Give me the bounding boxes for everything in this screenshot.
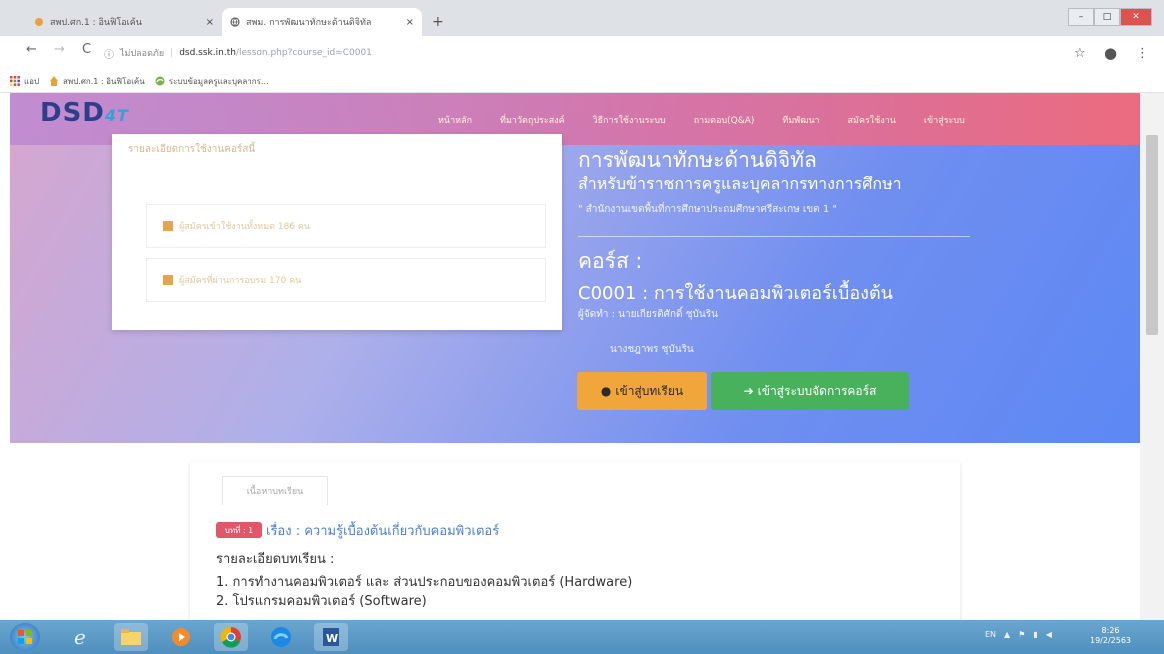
nav-register[interactable]: สมัครใช้งาน [848, 113, 896, 127]
browser-tab-1[interactable]: สพป.ศก.1 : อินฟิโอเค้น × [26, 8, 222, 36]
chapter-badge: บทที่ : 1 [216, 522, 262, 538]
network-icon[interactable]: ▮ [1033, 630, 1037, 639]
forward-button[interactable]: → [54, 42, 65, 57]
user-icon [163, 221, 173, 231]
course-label: คอร์ส : [578, 249, 643, 273]
stats-heading: รายละเอียดการใช้งานคอร์สนี้ [128, 144, 256, 155]
lesson-item: 1. การทำงานคอมพิวเตอร์ และ ส่วนประกอบของ… [216, 575, 633, 590]
bookmark-apps[interactable]: แอป [10, 75, 39, 88]
system-tray: EN ▲ ⚑ ▮ ◀ [985, 630, 1052, 639]
nav-howto[interactable]: วิธีการใช้งานระบบ [593, 113, 666, 127]
apps-grid-icon [10, 76, 20, 86]
lesson-detail-label: รายละเอียดบทเรียน : [216, 552, 335, 567]
address-divider: | [170, 48, 174, 58]
address-bar[interactable]: ⓘ ไม่ปลอดภัย | dsd.ssk.in.th /lesson.php… [104, 40, 1064, 66]
bookmark-label: สพป.ศก.1 : อินฟิโอเค้น [63, 76, 145, 86]
back-button[interactable]: ← [26, 42, 37, 57]
bookmark-label: แอป [24, 76, 40, 86]
globe-icon [230, 17, 240, 27]
edge-icon[interactable] [264, 623, 298, 651]
stat-passed: ผู้สมัครที่ผ่านการอบรม 170 คน [146, 258, 546, 302]
clock-time: 8:26 [1101, 626, 1120, 635]
scrollbar-thumb[interactable] [1146, 135, 1158, 335]
reload-button[interactable]: C [82, 42, 91, 57]
enter-lessons-button[interactable]: ● เข้าสู่บทเรียน [577, 372, 707, 410]
lesson-item: 2. โปรแกรมคอมพิวเตอร์ (Software) [216, 594, 427, 609]
chrome-icon[interactable] [214, 623, 248, 651]
bookmark-star-icon[interactable]: ☆ [1074, 46, 1086, 61]
sign-in-icon: ➔ [743, 384, 754, 398]
stat-text: ผู้สมัครเข้าใช้งานทั้งหมด 186 คน [179, 222, 311, 232]
bookmarks-bar: แอป สพป.ศก.1 : อินฟิโอเค้น ระบบข้อมูลครู… [0, 70, 1164, 93]
course-name: C0001 : การใช้งานคอมพิวเตอร์เบื้องต้น [578, 283, 893, 304]
browser-tab-2[interactable]: สพม. การพัฒนาทักษะด้านดิจิทัล × [222, 8, 422, 36]
close-window-button[interactable]: ✕ [1120, 8, 1152, 26]
bookmark-personnel[interactable]: ระบบข้อมูลครูและบุคลากร... [155, 75, 269, 88]
lesson-title-link[interactable]: เรื่อง : ความรู้เบื้องต้นเกี่ยวกับคอมพิว… [266, 520, 499, 541]
button-label: เข้าสู่บทเรียน [615, 383, 684, 398]
windows-logo-icon [18, 630, 32, 644]
tab-title: สพม. การพัฒนาทักษะด้านดิจิทัล [246, 18, 372, 28]
profile-icon[interactable]: ● [1104, 44, 1117, 62]
word-icon[interactable]: W [314, 623, 348, 651]
site-nav-links: หน้าหลัก ที่มาวัตถุประสงค์ วิธีการใช้งาน… [438, 113, 993, 127]
info-icon[interactable]: ⓘ [104, 46, 114, 61]
svg-text:e: e [74, 626, 86, 648]
tab-lesson-content[interactable]: เนื้อหาบทเรียน [222, 476, 328, 505]
hero-divider [578, 236, 970, 237]
volume-icon[interactable]: ◀ [1046, 630, 1052, 639]
media-player-icon[interactable] [164, 623, 198, 651]
stat-text: ผู้สมัครที่ผ่านการอบรม 170 คน [179, 276, 302, 286]
logo-sub: 4T [104, 106, 129, 125]
school-icon [34, 17, 44, 27]
language-indicator[interactable]: EN [985, 630, 996, 639]
nav-qa[interactable]: ถามตอบ(Q&A) [694, 113, 755, 127]
edge-icon [155, 76, 165, 86]
site-logo[interactable]: DSD4T [40, 98, 129, 128]
school-icon [49, 76, 59, 86]
address-host: dsd.ssk.in.th [179, 48, 236, 58]
file-explorer-icon[interactable] [114, 623, 148, 651]
nav-home[interactable]: หน้าหลัก [438, 113, 472, 127]
minimize-button[interactable]: – [1068, 8, 1094, 26]
close-icon[interactable]: × [206, 17, 214, 28]
logo-text: DSD [40, 98, 105, 128]
svg-text:W: W [326, 632, 338, 645]
clock-date: 19/2/2563 [1090, 636, 1132, 645]
address-path: /lesson.php?course_id=C0001 [235, 48, 372, 58]
nav-team[interactable]: ทีมพัฒนา [782, 113, 819, 127]
user-icon [163, 275, 173, 285]
close-icon[interactable]: × [406, 17, 414, 28]
button-label: เข้าสู่ระบบจัดการคอร์ส [757, 383, 877, 398]
chevron-up-icon[interactable]: ▲ [1004, 630, 1010, 639]
user-icon: ● [600, 384, 612, 398]
security-label: ไม่ปลอดภัย [120, 49, 165, 59]
course-organizer-2: นางชฎาพร ชุบันริน [610, 344, 694, 355]
flag-icon[interactable]: ⚑ [1018, 630, 1025, 639]
stat-enrolled: ผู้สมัครเข้าใช้งานทั้งหมด 186 คน [146, 204, 546, 248]
hero-subtitle: สำหรับข้าราชการครูและบุคลากรทางการศึกษา [578, 174, 902, 193]
course-organizer: ผู้จัดทำ : นายเกียรติศักดิ์ ชุบันริน [578, 309, 718, 320]
hero-agency: " สำนักงานเขตพื้นที่การศึกษาประถมศึกษาศร… [578, 204, 837, 215]
maximize-button[interactable]: □ [1094, 8, 1120, 26]
new-tab-button[interactable]: + [432, 14, 444, 30]
bookmark-school[interactable]: สพป.ศก.1 : อินฟิโอเค้น [49, 75, 145, 88]
start-button[interactable] [10, 623, 40, 651]
window-controls: – □ ✕ [1068, 8, 1152, 26]
course-admin-button[interactable]: ➔ เข้าสู่ระบบจัดการคอร์ส [711, 372, 909, 410]
bookmark-label: ระบบข้อมูลครูและบุคลากร... [168, 76, 269, 86]
nav-login[interactable]: เข้าสู่ระบบ [924, 113, 965, 127]
nav-about[interactable]: ที่มาวัตถุประสงค์ [500, 113, 565, 127]
menu-icon[interactable]: ⋮ [1136, 46, 1149, 61]
tab-title: สพป.ศก.1 : อินฟิโอเค้น [50, 18, 142, 28]
ie-icon[interactable]: e [64, 623, 98, 651]
taskbar-clock[interactable]: 8:26 19/2/2563 [1090, 626, 1131, 646]
